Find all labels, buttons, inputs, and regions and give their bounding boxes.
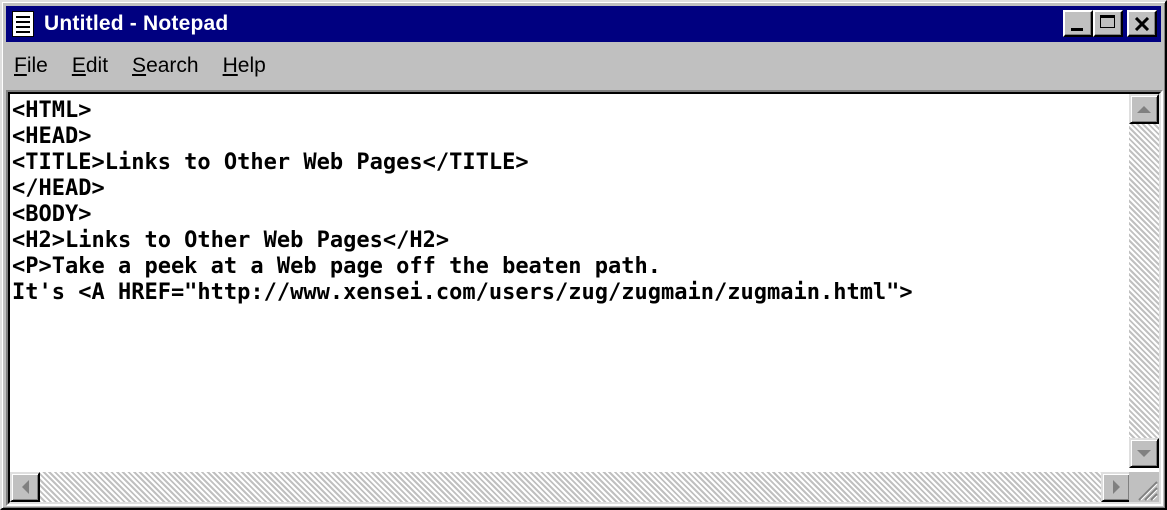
notepad-window: Untitled - Notepad File Edit Search Help — [0, 0, 1167, 510]
maximize-button[interactable] — [1093, 10, 1123, 37]
size-grip[interactable] — [1129, 472, 1159, 502]
title-buttons — [1063, 10, 1157, 37]
editor-lines: <HTML> <HEAD> <TITLE>Links to Other Web … — [10, 94, 1131, 306]
scroll-left-arrow-icon — [21, 480, 29, 494]
vertical-scrollbar[interactable] — [1129, 94, 1159, 468]
scroll-up-arrow-icon — [1137, 105, 1151, 113]
menu-search[interactable]: Search — [121, 54, 210, 78]
minimize-icon — [1071, 28, 1083, 31]
editor-line: <HTML> — [12, 98, 92, 123]
maximize-icon — [1100, 15, 1115, 28]
title-bar[interactable]: Untitled - Notepad — [6, 6, 1161, 42]
editor-line: <TITLE>Links to Other Web Pages</TITLE> — [12, 150, 529, 175]
editor-line: <H2>Links to Other Web Pages</H2> — [12, 228, 450, 253]
close-icon — [1129, 12, 1155, 35]
menu-help[interactable]: Help — [212, 54, 277, 78]
scroll-left-button[interactable] — [10, 472, 40, 502]
size-grip-icon — [1138, 481, 1158, 501]
close-button[interactable] — [1127, 10, 1157, 37]
editor-line: </HEAD> — [12, 176, 105, 201]
scroll-up-button[interactable] — [1129, 94, 1159, 124]
notepad-icon[interactable] — [12, 11, 34, 37]
editor-line: <HEAD> — [12, 124, 92, 149]
editor-line: <P>Take a peek at a Web page off the bea… — [12, 254, 662, 279]
editor-frame: <HTML> <HEAD> <TITLE>Links to Other Web … — [6, 90, 1163, 506]
scroll-right-arrow-icon — [1112, 480, 1120, 494]
horizontal-scrollbar[interactable] — [10, 472, 1131, 502]
menu-bar: File Edit Search Help — [6, 46, 1161, 86]
scroll-down-button[interactable] — [1129, 438, 1159, 468]
editor-line: <BODY> — [12, 202, 92, 227]
scroll-down-arrow-icon — [1137, 449, 1151, 457]
window-title: Untitled - Notepad — [44, 12, 229, 35]
scroll-right-button[interactable] — [1101, 472, 1131, 502]
text-editor[interactable]: <HTML> <HEAD> <TITLE>Links to Other Web … — [10, 94, 1131, 468]
minimize-button[interactable] — [1063, 10, 1093, 37]
editor-container: <HTML> <HEAD> <TITLE>Links to Other Web … — [8, 92, 1161, 504]
editor-line: It's <A HREF="http://www.xensei.com/user… — [12, 280, 913, 305]
menu-file[interactable]: File — [6, 54, 59, 78]
menu-edit[interactable]: Edit — [61, 54, 119, 78]
